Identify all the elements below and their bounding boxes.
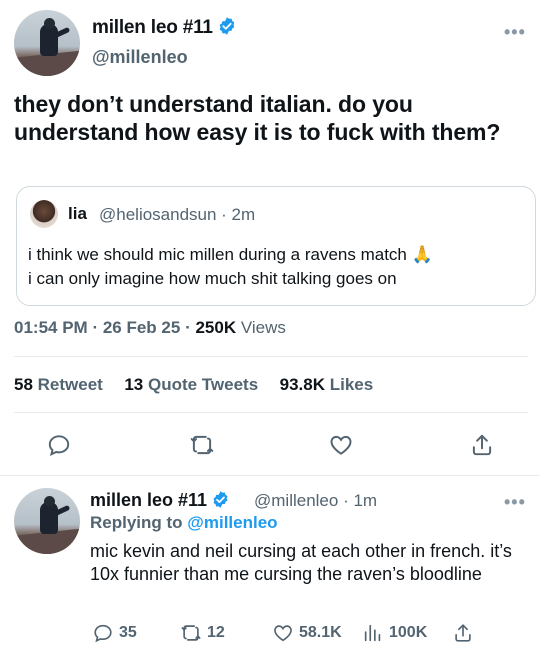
meta-separator: ·: [185, 318, 196, 337]
views-count: 250K: [195, 318, 237, 337]
meta-separator: ·: [92, 318, 103, 337]
views-count: 100K: [389, 624, 428, 641]
likes-label[interactable]: Likes: [330, 375, 373, 394]
retweet-count: 12: [207, 624, 225, 641]
quote-text: i think we should mic millen during a ra…: [28, 243, 528, 291]
retweet-icon: [190, 435, 214, 455]
reply-author-name-text: millen leo #11: [90, 490, 208, 510]
reply-avatar[interactable]: [14, 488, 80, 554]
share-icon: [472, 434, 492, 456]
quotes-label[interactable]: Quote Tweets: [148, 375, 258, 394]
reply-reply-button[interactable]: 35: [92, 622, 137, 644]
likes-count[interactable]: 93.8K: [280, 375, 325, 394]
verified-icon: [217, 16, 237, 42]
author-handle[interactable]: @millenleo: [92, 47, 188, 68]
quote-handle-time: @heliosandsun · 2m: [99, 205, 256, 224]
tweet-meta: 01:54 PM · 26 Feb 25 · 250K Views: [14, 318, 286, 338]
reply-count: 35: [119, 624, 137, 641]
reply-icon: [48, 435, 70, 456]
reply-tweet[interactable]: millen leo #11 @millenleo · 1m ••• Reply…: [0, 476, 540, 656]
quoted-tweet[interactable]: lia @heliosandsun · 2m i think we should…: [16, 186, 536, 306]
reply-like-button[interactable]: 58.1K: [272, 622, 342, 644]
like-count: 58.1K: [299, 624, 342, 641]
replying-to-mention[interactable]: @millenleo: [187, 513, 277, 532]
retweets-count[interactable]: 58: [14, 375, 33, 394]
replying-to: Replying to @millenleo: [90, 513, 278, 533]
views-icon: [364, 624, 381, 642]
quotes-count[interactable]: 13: [124, 375, 143, 394]
share-button[interactable]: [468, 431, 496, 459]
quote-avatar[interactable]: [30, 200, 58, 228]
replying-to-label: Replying to: [90, 513, 183, 532]
author-name[interactable]: millen leo #11: [92, 16, 237, 42]
author-name-text: millen leo #11: [92, 17, 213, 38]
reply-retweet-button[interactable]: 12: [180, 622, 225, 644]
share-icon: [455, 624, 471, 642]
tweet-time: 01:54 PM: [14, 318, 88, 337]
divider: [14, 356, 528, 357]
reply-handle-time: @millenleo · 1m: [254, 491, 378, 510]
like-button[interactable]: [327, 431, 355, 459]
reply-share-button[interactable]: [452, 622, 474, 644]
reply-views-button[interactable]: 100K: [362, 622, 427, 644]
engagement-stats: 58 Retweet 13 Quote Tweets 93.8K Likes: [14, 375, 373, 395]
reply-author-name[interactable]: millen leo #11: [90, 490, 230, 514]
like-icon: [274, 625, 292, 642]
quote-text-line-2: i can only imagine how much shit talking…: [28, 269, 397, 288]
tweet-date: 26 Feb 25: [102, 318, 181, 337]
quote-author-name[interactable]: lia: [68, 204, 87, 224]
retweet-icon: [181, 625, 201, 641]
reply-text: mic kevin and neil cursing at each other…: [90, 541, 512, 584]
tweet-text: they don’t understand italian. do you un…: [14, 91, 501, 145]
more-icon[interactable]: •••: [504, 492, 526, 513]
like-icon: [330, 435, 352, 455]
reply-icon: [94, 624, 112, 643]
reply-button[interactable]: [45, 431, 73, 459]
views-label: Views: [240, 318, 286, 337]
retweets-label[interactable]: Retweet: [38, 375, 103, 394]
avatar[interactable]: [14, 10, 80, 76]
more-icon[interactable]: •••: [504, 22, 526, 43]
quote-text-line-1: i think we should mic millen during a ra…: [28, 245, 433, 264]
verified-icon: [211, 490, 230, 514]
retweet-button[interactable]: [188, 431, 216, 459]
divider: [14, 412, 528, 413]
